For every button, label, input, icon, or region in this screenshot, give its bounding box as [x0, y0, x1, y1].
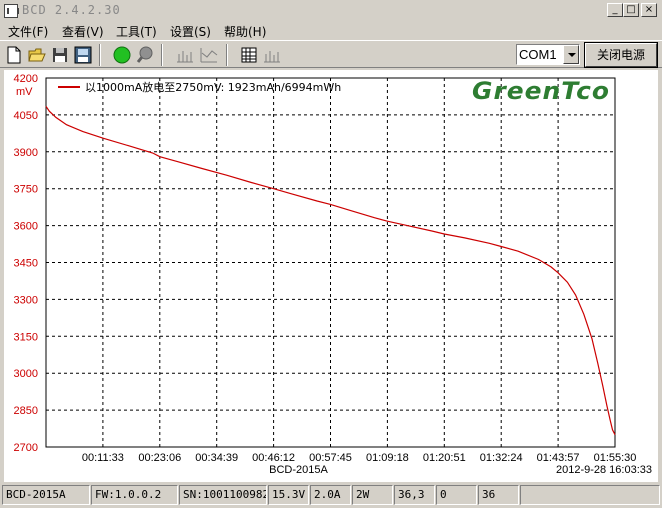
y-tick-label: 3450	[14, 258, 38, 270]
bar-chart-icon[interactable]	[175, 45, 195, 65]
menu-tools[interactable]: 工具(T)	[116, 23, 157, 40]
y-tick-label: 3600	[14, 221, 38, 233]
save-icon[interactable]	[50, 45, 70, 65]
menu-settings[interactable]: 设置(S)	[170, 23, 211, 40]
status-field	[520, 485, 660, 505]
port-select[interactable]: COM1	[516, 44, 580, 65]
toolbar-separator	[99, 44, 101, 66]
y-tick-label: 3750	[14, 184, 38, 196]
y-tick-label: 3000	[14, 368, 38, 380]
menu-help[interactable]: 帮助(H)	[224, 23, 266, 40]
line-chart-icon[interactable]	[199, 45, 219, 65]
chart-panel: 4200 4050 3900 3750 3600 3450 3300 3150 3000 2850…	[4, 70, 658, 482]
status-serial: SN:1001100982	[179, 485, 267, 505]
status-power: 2W	[352, 485, 393, 505]
power-off-button[interactable]: 关闭电源	[584, 42, 658, 68]
start-icon[interactable]	[112, 45, 132, 65]
y-tick-label: 4050	[14, 110, 38, 122]
brand-logo: GreenTco	[472, 77, 610, 105]
toolbar-separator	[226, 44, 228, 66]
status-voltage: 15.3V	[268, 485, 309, 505]
new-file-icon[interactable]	[4, 45, 24, 65]
maximize-button[interactable]: □	[623, 3, 639, 17]
histogram-icon[interactable]	[262, 45, 282, 65]
x-tick-label: 00:11:33	[82, 452, 124, 464]
legend-label: 以1000mA放电至2750mV: 1923mAh/6994mWh	[85, 80, 341, 94]
x-axis-label: BCD-2015A	[269, 464, 328, 476]
status-firmware: FW:1.0.0.2	[91, 485, 178, 505]
port-select-value: COM1	[519, 47, 557, 62]
discharge-chart: 4200 4050 3900 3750 3600 3450 3300 3150 3000 2850…	[14, 73, 652, 476]
status-temperature: 36,3	[394, 485, 435, 505]
open-folder-icon[interactable]	[27, 45, 47, 65]
menu-file[interactable]: 文件(F)	[8, 23, 48, 40]
x-tick-label: 00:57:45	[309, 452, 352, 464]
x-tick-label: 01:32:24	[480, 452, 523, 464]
minimize-button[interactable]: _	[607, 3, 623, 17]
app-icon	[4, 4, 19, 18]
x-tick-label: 01:43:57	[537, 452, 580, 464]
y-tick-label: 3300	[14, 294, 38, 306]
y-tick-label: 4200	[14, 73, 38, 85]
save-image-icon[interactable]	[73, 45, 93, 65]
y-tick-label: 3150	[14, 331, 38, 343]
status-bar: BCD-2015A FW:1.0.0.2 SN:1001100982 15.3V…	[0, 483, 662, 508]
search-icon[interactable]	[135, 45, 155, 65]
menu-view[interactable]: 查看(V)	[62, 23, 104, 40]
y-tick-label: 3900	[14, 147, 38, 159]
x-tick-label: 01:20:51	[423, 452, 466, 464]
x-tick-label: 00:23:06	[138, 452, 181, 464]
status-model: BCD-2015A	[2, 485, 90, 505]
y-tick-label: 2700	[14, 442, 38, 454]
x-tick-label: 00:46:12	[252, 452, 295, 464]
y-tick-label: 2850	[14, 405, 38, 417]
status-current: 2.0A	[310, 485, 351, 505]
toolbar-separator	[161, 44, 163, 66]
timestamp-label: 2012-9-28 16:03:33	[556, 464, 652, 476]
window-title: BCD 2.4.2.30	[22, 3, 121, 17]
y-axis-unit: mV	[16, 86, 33, 98]
title-bar: BCD 2.4.2.30 _ □ ×	[0, 0, 662, 22]
menu-bar: 文件(F) 查看(V) 工具(T) 设置(S) 帮助(H)	[0, 22, 662, 40]
x-tick-label: 00:34:39	[195, 452, 238, 464]
chevron-down-icon[interactable]	[563, 45, 579, 64]
status-field: 36	[478, 485, 519, 505]
x-tick-label: 01:55:30	[594, 452, 637, 464]
status-field: 0	[436, 485, 477, 505]
table-icon[interactable]	[239, 45, 259, 65]
close-button[interactable]: ×	[641, 3, 657, 17]
x-tick-label: 01:09:18	[366, 452, 409, 464]
